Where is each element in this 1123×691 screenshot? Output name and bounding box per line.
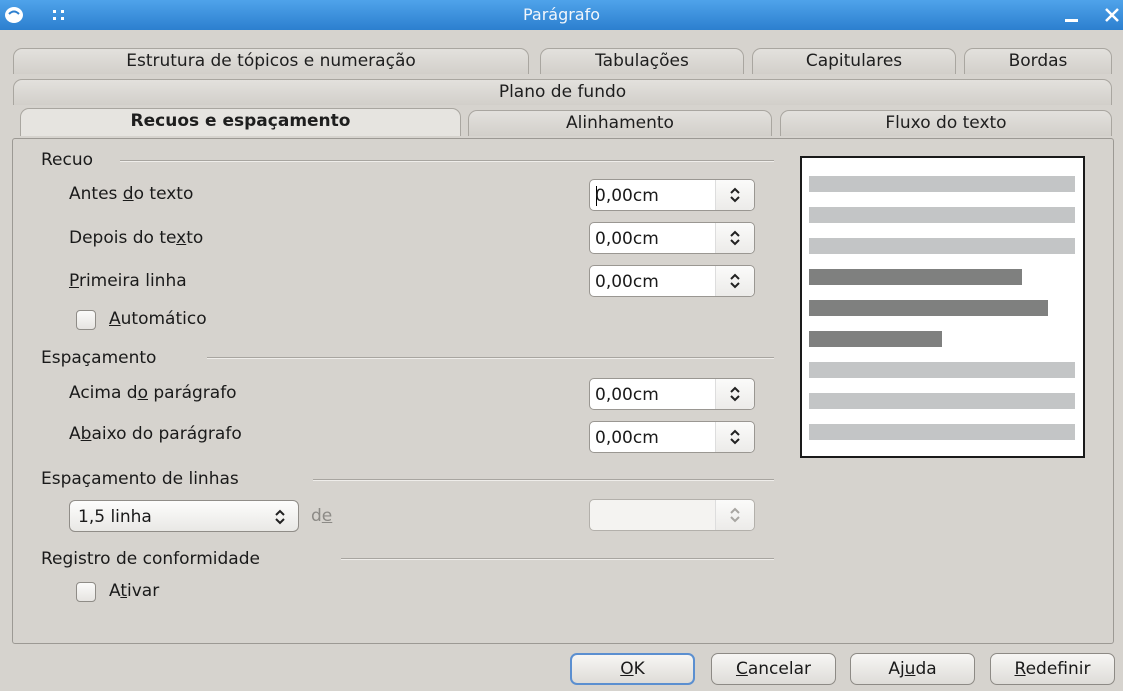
spin-arrows-icon[interactable] (715, 500, 754, 530)
spin-arrows-icon[interactable] (715, 422, 754, 452)
spinbox-value: 0,00cm (595, 272, 659, 292)
preview-line (809, 331, 942, 347)
spin-arrows-icon[interactable] (715, 180, 754, 210)
tab-alinhamento[interactable]: Alinhamento (468, 110, 772, 136)
redefinir-button[interactable]: Redefinir (990, 653, 1115, 685)
close-button[interactable] (1098, 2, 1123, 28)
label-depois-do-texto: Depois do texto (69, 228, 204, 248)
section-divider (341, 558, 774, 560)
preview-line (809, 424, 1075, 440)
close-icon (1105, 8, 1119, 22)
spinbox-value: 0,00cm (595, 428, 659, 448)
preview-line (809, 176, 1075, 192)
preview-line (809, 269, 1022, 285)
spin-arrows-icon[interactable] (715, 223, 754, 253)
depois-do-texto-spinbox[interactable]: 0,00cm (589, 222, 755, 254)
paragraph-preview (800, 156, 1085, 458)
label-acima-do-paragrafo: Acima do parágrafo (69, 383, 237, 403)
section-registro-heading: Registro de conformidade (41, 549, 260, 569)
abaixo-do-paragrafo-spinbox[interactable]: 0,00cm (589, 421, 755, 453)
section-divider (120, 160, 774, 162)
spinbox-value: 0,00cm (595, 186, 659, 206)
antes-do-texto-spinbox[interactable]: 0,00cm (589, 179, 755, 211)
combo-value: 1,5 linha (78, 507, 152, 527)
de-spinbox[interactable] (589, 499, 755, 531)
combo-arrows-icon (275, 509, 285, 525)
spinbox-value: 0,00cm (595, 385, 659, 405)
preview-line (809, 238, 1075, 254)
section-divider (313, 479, 774, 481)
ativar-checkbox[interactable] (76, 582, 96, 602)
spin-arrows-icon[interactable] (715, 266, 754, 296)
tab-capitulares[interactable]: Capitulares (752, 48, 956, 74)
acima-do-paragrafo-spinbox[interactable]: 0,00cm (589, 378, 755, 410)
label-primeira-linha: Primeira linha (69, 271, 187, 291)
preview-line (809, 207, 1075, 223)
preview-line (809, 362, 1075, 378)
label-antes-do-texto: Antes do texto (69, 184, 194, 204)
preview-line (809, 300, 1048, 316)
ok-button[interactable]: OK (570, 653, 695, 685)
spinbox-value: 0,00cm (595, 229, 659, 249)
label-ativar: Ativar (109, 581, 160, 601)
section-divider (207, 357, 774, 359)
section-espacamento-linhas-heading: Espaçamento de linhas (41, 469, 239, 489)
minimize-button[interactable] (1058, 2, 1086, 28)
label-abaixo-do-paragrafo: Abaixo do parágrafo (69, 424, 242, 444)
section-espacamento-heading: Espaçamento (41, 348, 157, 368)
tab-estrutura-topicos[interactable]: Estrutura de tópicos e numeração (13, 48, 529, 74)
cancelar-button[interactable]: Cancelar (711, 653, 836, 685)
spin-arrows-icon[interactable] (715, 379, 754, 409)
label-automatico: Automático (109, 309, 207, 329)
tab-tabulacoes[interactable]: Tabulações (540, 48, 744, 74)
primeira-linha-spinbox[interactable]: 0,00cm (589, 265, 755, 297)
tab-bordas[interactable]: Bordas (964, 48, 1112, 74)
tab-plano-de-fundo[interactable]: Plano de fundo (13, 79, 1112, 105)
section-recuo-heading: Recuo (41, 150, 94, 170)
title-bar[interactable]: Parágrafo (0, 0, 1123, 30)
automatico-checkbox[interactable] (76, 310, 96, 330)
tab-fluxo-do-texto[interactable]: Fluxo do texto (780, 110, 1112, 136)
ajuda-button[interactable]: Ajuda (850, 653, 975, 685)
tab-recuos-espacamento[interactable]: Recuos e espaçamento (20, 108, 461, 136)
espacamento-linhas-combo[interactable]: 1,5 linha (69, 500, 299, 532)
minimize-icon (1065, 19, 1078, 22)
window-title: Parágrafo (522, 5, 601, 24)
preview-line (809, 393, 1075, 409)
label-de: de (311, 506, 333, 526)
